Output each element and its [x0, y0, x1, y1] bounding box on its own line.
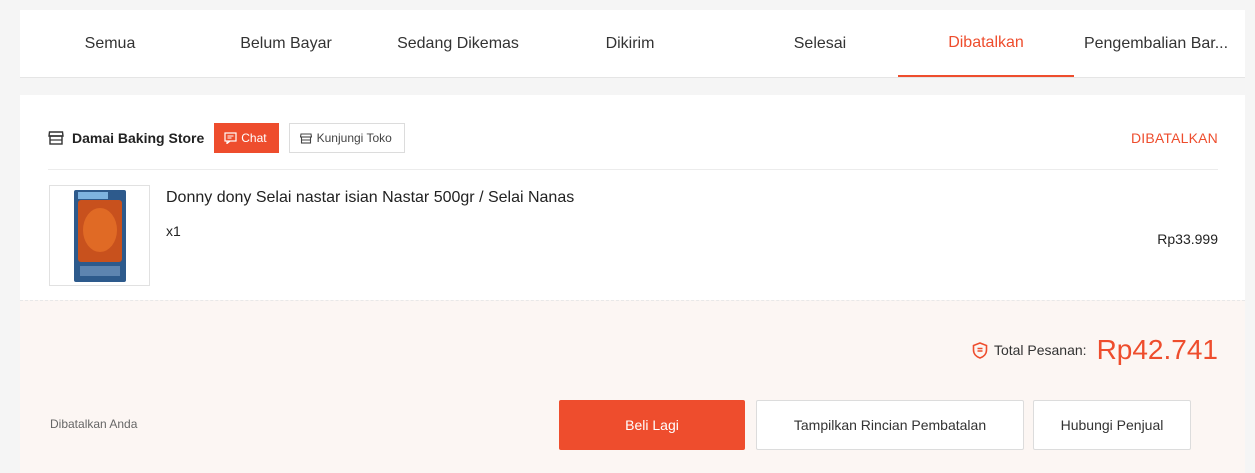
visit-shop-button[interactable]: Kunjungi Toko: [288, 123, 405, 153]
product-image[interactable]: [49, 185, 150, 286]
contact-seller-button[interactable]: Hubungi Penjual: [1033, 400, 1191, 450]
shop-icon: [48, 131, 64, 145]
divider: [48, 169, 1218, 170]
tab-dibatalkan[interactable]: Dibatalkan: [898, 10, 1074, 77]
product-name[interactable]: Donny dony Selai nastar isian Nastar 500…: [166, 189, 574, 207]
chat-button-label: Chat: [241, 131, 267, 145]
tab-belum-bayar[interactable]: Belum Bayar: [216, 10, 356, 77]
order-status: DIBATALKAN: [1130, 130, 1218, 146]
order-status-tabs: Semua Belum Bayar Sedang Dikemas Dikirim…: [20, 10, 1245, 78]
tab-selesai[interactable]: Selesai: [760, 10, 880, 77]
buy-again-button[interactable]: Beli Lagi: [559, 400, 745, 450]
tab-pengembalian-barang[interactable]: Pengembalian Bar...: [1070, 10, 1242, 77]
order-card: Damai Baking Store Chat Kunjungi Toko DI…: [20, 95, 1245, 300]
order-total: Total Pesanan: Rp42.741: [972, 334, 1218, 366]
shop-header: Damai Baking Store Chat Kunjungi Toko: [48, 123, 405, 153]
product-price: Rp33.999: [1157, 231, 1218, 247]
tab-semua[interactable]: Semua: [60, 10, 160, 77]
product-quantity: x1: [166, 223, 181, 239]
cancelled-by-note: Dibatalkan Anda: [50, 417, 138, 431]
cancellation-details-button[interactable]: Tampilkan Rincian Pembatalan: [756, 400, 1024, 450]
shield-icon: [972, 341, 988, 359]
chat-icon: [224, 132, 237, 144]
tab-sedang-dikemas[interactable]: Sedang Dikemas: [378, 10, 538, 77]
order-summary: Total Pesanan: Rp42.741 Dibatalkan Anda …: [20, 300, 1245, 473]
visit-shop-label: Kunjungi Toko: [316, 131, 392, 145]
chat-button[interactable]: Chat: [214, 123, 279, 153]
shop-name[interactable]: Damai Baking Store: [72, 130, 204, 146]
total-label: Total Pesanan:: [993, 342, 1087, 358]
total-value: Rp42.741: [1096, 334, 1218, 365]
shop-icon: [299, 132, 312, 144]
tab-dikirim[interactable]: Dikirim: [580, 10, 680, 77]
